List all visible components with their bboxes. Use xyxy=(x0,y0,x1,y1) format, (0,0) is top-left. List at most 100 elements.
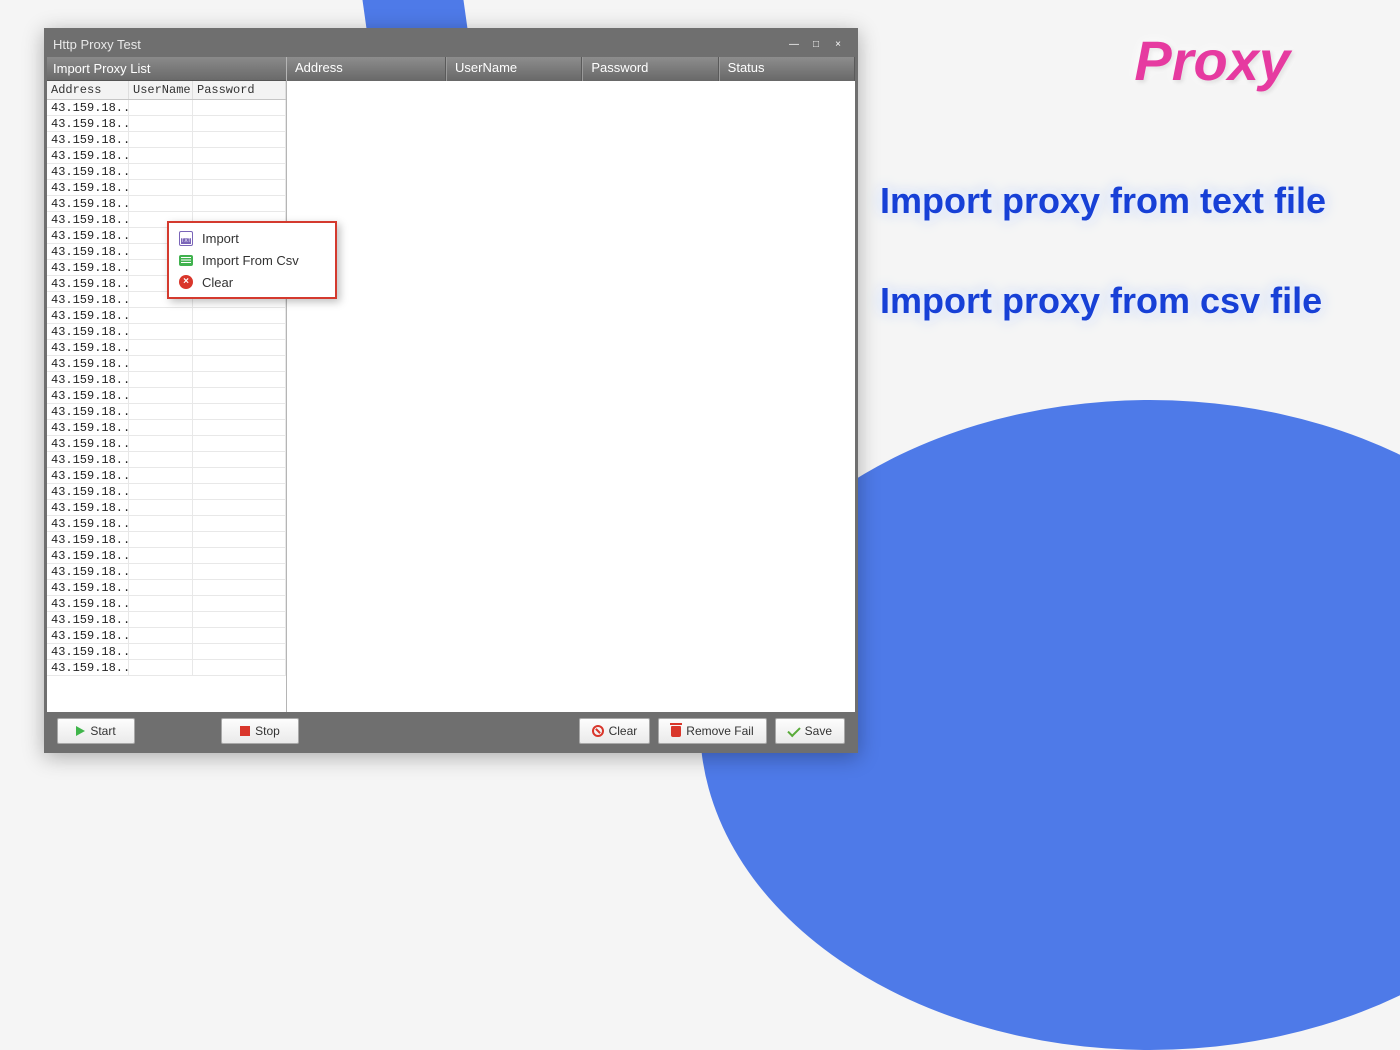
table-row[interactable]: 43.159.18... xyxy=(47,116,286,132)
cell-address: 43.159.18... xyxy=(47,292,129,307)
cell-username xyxy=(129,196,193,211)
cell-password xyxy=(193,660,286,675)
remove-fail-label: Remove Fail xyxy=(686,724,753,738)
table-row[interactable]: 43.159.18... xyxy=(47,484,286,500)
cell-address: 43.159.18... xyxy=(47,116,129,131)
cell-password xyxy=(193,308,286,323)
cell-username xyxy=(129,420,193,435)
cell-password xyxy=(193,148,286,163)
start-button[interactable]: Start xyxy=(57,718,135,744)
cell-username xyxy=(129,100,193,115)
table-row[interactable]: 43.159.18... xyxy=(47,196,286,212)
csv-file-icon xyxy=(178,252,194,268)
cell-username xyxy=(129,452,193,467)
table-row[interactable]: 43.159.18... xyxy=(47,532,286,548)
table-row[interactable]: 43.159.18... xyxy=(47,324,286,340)
table-row[interactable]: 43.159.18... xyxy=(47,548,286,564)
menu-import-csv[interactable]: Import From Csv xyxy=(169,249,335,271)
table-row[interactable]: 43.159.18... xyxy=(47,436,286,452)
table-row[interactable]: 43.159.18... xyxy=(47,452,286,468)
cell-address: 43.159.18... xyxy=(47,276,129,291)
save-button[interactable]: Save xyxy=(775,718,845,744)
cell-password xyxy=(193,164,286,179)
cell-address: 43.159.18... xyxy=(47,132,129,147)
table-row[interactable]: 43.159.18... xyxy=(47,164,286,180)
table-row[interactable]: 43.159.18... xyxy=(47,356,286,372)
table-row[interactable]: 43.159.18... xyxy=(47,580,286,596)
context-menu: Import Import From Csv × Clear xyxy=(167,221,337,299)
remove-fail-button[interactable]: Remove Fail xyxy=(658,718,766,744)
cell-address: 43.159.18... xyxy=(47,308,129,323)
cell-password xyxy=(193,324,286,339)
cell-username xyxy=(129,644,193,659)
cell-address: 43.159.18... xyxy=(47,580,129,595)
cell-password xyxy=(193,596,286,611)
table-row[interactable]: 43.159.18... xyxy=(47,612,286,628)
cell-password xyxy=(193,468,286,483)
mcol-password[interactable]: Password xyxy=(582,57,718,81)
cell-address: 43.159.18... xyxy=(47,660,129,675)
col-address[interactable]: Address xyxy=(47,81,129,99)
table-row[interactable]: 43.159.18... xyxy=(47,628,286,644)
titlebar[interactable]: Http Proxy Test — □ × xyxy=(47,31,855,57)
stop-label: Stop xyxy=(255,724,280,738)
table-row[interactable]: 43.159.18... xyxy=(47,564,286,580)
maximize-button[interactable]: □ xyxy=(805,35,827,53)
minimize-button[interactable]: — xyxy=(783,35,805,53)
menu-clear-label: Clear xyxy=(202,275,233,290)
cell-password xyxy=(193,372,286,387)
cell-address: 43.159.18... xyxy=(47,516,129,531)
promo-title: Proxy xyxy=(1134,28,1290,93)
promo-line-2: Import proxy from csv file xyxy=(880,280,1400,322)
table-row[interactable]: 43.159.18... xyxy=(47,132,286,148)
cell-address: 43.159.18... xyxy=(47,164,129,179)
import-grid-body[interactable]: 43.159.18...43.159.18...43.159.18...43.1… xyxy=(47,100,286,712)
cell-password xyxy=(193,404,286,419)
cell-username xyxy=(129,116,193,131)
cell-password xyxy=(193,532,286,547)
table-row[interactable]: 43.159.18... xyxy=(47,660,286,676)
cell-address: 43.159.18... xyxy=(47,452,129,467)
cell-username xyxy=(129,404,193,419)
cell-password xyxy=(193,356,286,371)
cell-password xyxy=(193,484,286,499)
col-username[interactable]: UserName xyxy=(129,81,193,99)
menu-clear[interactable]: × Clear xyxy=(169,271,335,293)
cell-address: 43.159.18... xyxy=(47,628,129,643)
mcol-address[interactable]: Address xyxy=(287,57,446,81)
table-row[interactable]: 43.159.18... xyxy=(47,500,286,516)
table-row[interactable]: 43.159.18... xyxy=(47,404,286,420)
menu-import-label: Import xyxy=(202,231,239,246)
table-row[interactable]: 43.159.18... xyxy=(47,468,286,484)
result-grid-body[interactable] xyxy=(287,81,855,712)
result-panel: Address UserName Password Status xyxy=(287,57,855,712)
table-row[interactable]: 43.159.18... xyxy=(47,340,286,356)
save-label: Save xyxy=(805,724,832,738)
close-button[interactable]: × xyxy=(827,35,849,53)
table-row[interactable]: 43.159.18... xyxy=(47,100,286,116)
table-row[interactable]: 43.159.18... xyxy=(47,420,286,436)
clear-button[interactable]: Clear xyxy=(579,718,651,744)
menu-import-csv-label: Import From Csv xyxy=(202,253,299,268)
cell-password xyxy=(193,132,286,147)
cell-username xyxy=(129,580,193,595)
menu-import[interactable]: Import xyxy=(169,227,335,249)
play-icon xyxy=(76,726,85,736)
table-row[interactable]: 43.159.18... xyxy=(47,372,286,388)
table-row[interactable]: 43.159.18... xyxy=(47,148,286,164)
cell-address: 43.159.18... xyxy=(47,228,129,243)
txt-file-icon xyxy=(178,230,194,246)
mcol-username[interactable]: UserName xyxy=(446,57,582,81)
table-row[interactable]: 43.159.18... xyxy=(47,596,286,612)
check-icon xyxy=(787,723,800,736)
table-row[interactable]: 43.159.18... xyxy=(47,308,286,324)
cell-address: 43.159.18... xyxy=(47,372,129,387)
mcol-status[interactable]: Status xyxy=(719,57,855,81)
col-password[interactable]: Password xyxy=(193,81,286,99)
table-row[interactable]: 43.159.18... xyxy=(47,388,286,404)
table-row[interactable]: 43.159.18... xyxy=(47,644,286,660)
table-row[interactable]: 43.159.18... xyxy=(47,516,286,532)
cell-password xyxy=(193,388,286,403)
table-row[interactable]: 43.159.18... xyxy=(47,180,286,196)
stop-button[interactable]: Stop xyxy=(221,718,299,744)
